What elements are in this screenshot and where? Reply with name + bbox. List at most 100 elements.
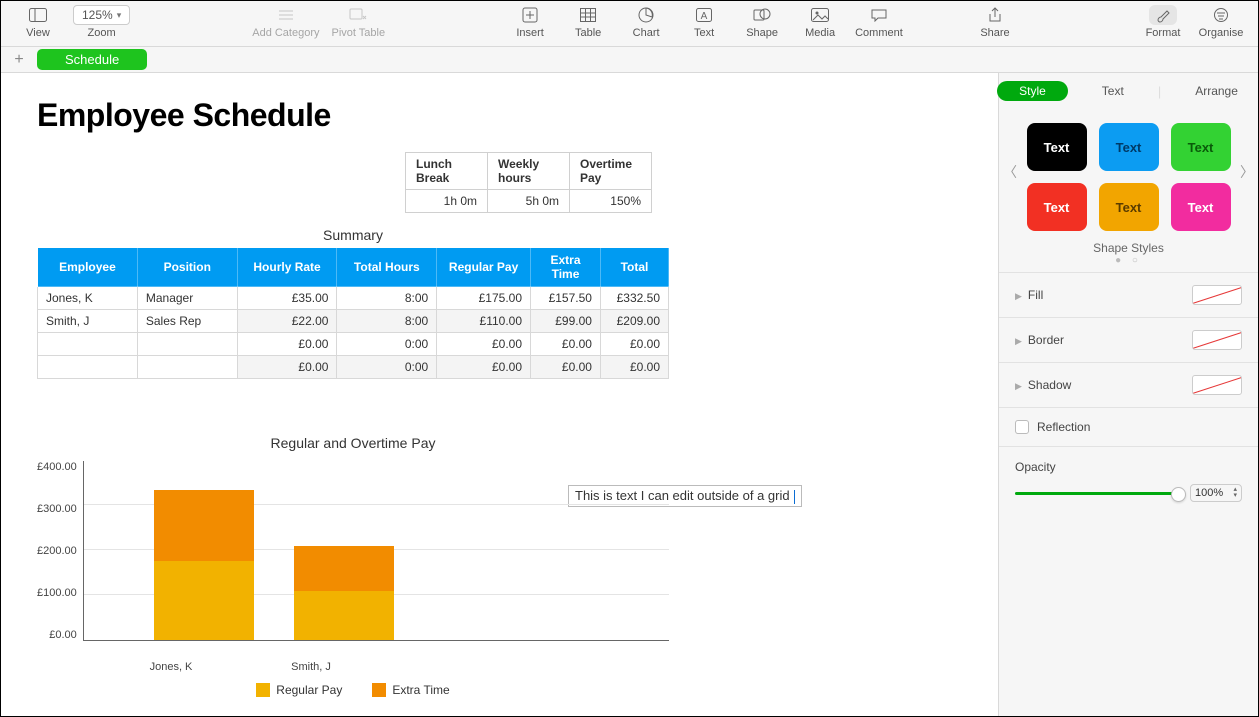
tab-style[interactable]: Style <box>997 81 1068 101</box>
legend-label-extra: Extra Time <box>392 683 449 697</box>
canvas[interactable]: Employee Schedule Lunch Break Weekly hou… <box>1 73 998 716</box>
table-row[interactable]: £0.000:00£0.00£0.00£0.00 <box>38 356 669 379</box>
table-cell[interactable]: Jones, K <box>38 287 138 310</box>
add-sheet-button[interactable]: + <box>9 51 29 69</box>
table-cell[interactable]: £0.00 <box>600 333 668 356</box>
table-cell[interactable]: 0:00 <box>337 333 437 356</box>
table-cell[interactable]: 0:00 <box>337 356 437 379</box>
style-swatch[interactable]: Text <box>1099 183 1159 231</box>
insert-button[interactable]: Insert <box>507 5 553 39</box>
summary-table[interactable]: EmployeePositionHourly RateTotal HoursRe… <box>37 247 669 379</box>
styles-prev-button[interactable]: 〈 <box>1003 162 1017 182</box>
info-value-weekly[interactable]: 5h 0m <box>488 190 570 213</box>
chart-icon <box>638 5 654 25</box>
info-value-lunch[interactable]: 1h 0m <box>406 190 488 213</box>
table-cell[interactable] <box>38 333 138 356</box>
chart-bar[interactable] <box>154 490 254 640</box>
table-cell[interactable] <box>137 333 237 356</box>
reflection-checkbox[interactable] <box>1015 420 1029 434</box>
comment-button[interactable]: Comment <box>855 5 903 39</box>
fill-swatch-none[interactable] <box>1192 285 1242 305</box>
table-cell[interactable]: £332.50 <box>600 287 668 310</box>
info-table[interactable]: Lunch Break Weekly hours Overtime Pay 1h… <box>405 152 652 213</box>
summary-header: Regular Pay <box>437 248 531 287</box>
table-cell[interactable]: £110.00 <box>437 310 531 333</box>
shape-button[interactable]: Shape <box>739 5 785 39</box>
table-row[interactable]: Smith, JSales Rep£22.008:00£110.00£99.00… <box>38 310 669 333</box>
chart-plot <box>83 461 669 641</box>
table-cell[interactable]: £175.00 <box>437 287 531 310</box>
share-label: Share <box>980 27 1009 39</box>
table-cell[interactable]: Smith, J <box>38 310 138 333</box>
table-cell[interactable]: £0.00 <box>531 356 601 379</box>
share-icon <box>988 5 1002 25</box>
table-cell[interactable]: Manager <box>137 287 237 310</box>
table-cell[interactable] <box>38 356 138 379</box>
table-row[interactable]: £0.000:00£0.00£0.00£0.00 <box>38 333 669 356</box>
summary-header: Hourly Rate <box>237 248 337 287</box>
media-icon <box>811 5 829 25</box>
table-cell[interactable]: £0.00 <box>531 333 601 356</box>
share-button[interactable]: Share <box>972 5 1018 39</box>
style-swatch[interactable]: Text <box>1171 123 1231 171</box>
opacity-slider[interactable] <box>1015 492 1180 495</box>
add-category-button[interactable]: Add Category <box>252 5 319 39</box>
shadow-label: Shadow <box>1028 378 1071 392</box>
table-cell[interactable] <box>137 356 237 379</box>
view-button[interactable]: View <box>15 5 61 39</box>
style-swatch[interactable]: Text <box>1099 123 1159 171</box>
table-cell[interactable]: 8:00 <box>337 287 437 310</box>
table-cell[interactable]: £22.00 <box>237 310 337 333</box>
style-swatch[interactable]: Text <box>1027 123 1087 171</box>
chart-bar[interactable] <box>294 546 394 640</box>
info-header-lunch: Lunch Break <box>406 153 488 190</box>
insert-label: Insert <box>516 27 544 39</box>
table-cell[interactable]: £0.00 <box>437 333 531 356</box>
stepper-icon[interactable]: ▴▾ <box>1233 487 1237 499</box>
info-value-ot[interactable]: 150% <box>570 190 652 213</box>
table-cell[interactable]: £35.00 <box>237 287 337 310</box>
table-cell[interactable]: £0.00 <box>237 333 337 356</box>
opacity-field[interactable]: 100% ▴▾ <box>1190 484 1242 502</box>
format-button[interactable]: Format <box>1140 5 1186 39</box>
format-label: Format <box>1146 27 1181 39</box>
chart-label: Chart <box>633 27 660 39</box>
tab-text[interactable]: Text <box>1080 81 1146 101</box>
fill-label: Fill <box>1028 288 1043 302</box>
shape-icon <box>753 5 771 25</box>
style-swatch[interactable]: Text <box>1171 183 1231 231</box>
reflection-row[interactable]: Reflection <box>999 407 1258 446</box>
table-cell[interactable]: £209.00 <box>600 310 668 333</box>
fill-row[interactable]: ▶Fill <box>999 272 1258 317</box>
style-swatch[interactable]: Text <box>1027 183 1087 231</box>
tab-arrange[interactable]: Arrange <box>1173 81 1259 101</box>
table-cell[interactable]: £0.00 <box>600 356 668 379</box>
text-button[interactable]: A Text <box>681 5 727 39</box>
sheet-tab-schedule[interactable]: Schedule <box>37 49 147 70</box>
table-button[interactable]: Table <box>565 5 611 39</box>
media-button[interactable]: Media <box>797 5 843 39</box>
table-cell[interactable]: 8:00 <box>337 310 437 333</box>
table-cell[interactable]: £0.00 <box>237 356 337 379</box>
reflection-label: Reflection <box>1037 420 1090 434</box>
border-row[interactable]: ▶Border <box>999 317 1258 362</box>
table-cell[interactable]: £0.00 <box>437 356 531 379</box>
zoom-control[interactable]: 125%▾ Zoom <box>73 5 130 39</box>
chart-button[interactable]: Chart <box>623 5 669 39</box>
info-header-weekly: Weekly hours <box>488 153 570 190</box>
table-cell[interactable]: £157.50 <box>531 287 601 310</box>
table-row[interactable]: Jones, KManager£35.008:00£175.00£157.50£… <box>38 287 669 310</box>
organise-button[interactable]: Organise <box>1198 5 1244 39</box>
pivot-table-button[interactable]: Pivot Table <box>332 5 386 39</box>
shadow-row[interactable]: ▶Shadow <box>999 362 1258 407</box>
border-swatch-none[interactable] <box>1192 330 1242 350</box>
table-cell[interactable]: £99.00 <box>531 310 601 333</box>
shape-styles-grid: 〈 TextTextTextTextTextText 〉 <box>999 109 1258 235</box>
table-cell[interactable]: Sales Rep <box>137 310 237 333</box>
info-header-ot: Overtime Pay <box>570 153 652 190</box>
styles-next-button[interactable]: 〉 <box>1240 162 1254 182</box>
legend-swatch-extra <box>372 683 386 697</box>
inspector: Style Text | Arrange 〈 TextTextTextTextT… <box>998 73 1258 716</box>
shadow-swatch-none[interactable] <box>1192 375 1242 395</box>
chart[interactable]: Regular and Overtime Pay £400.00£300.00£… <box>37 435 669 697</box>
